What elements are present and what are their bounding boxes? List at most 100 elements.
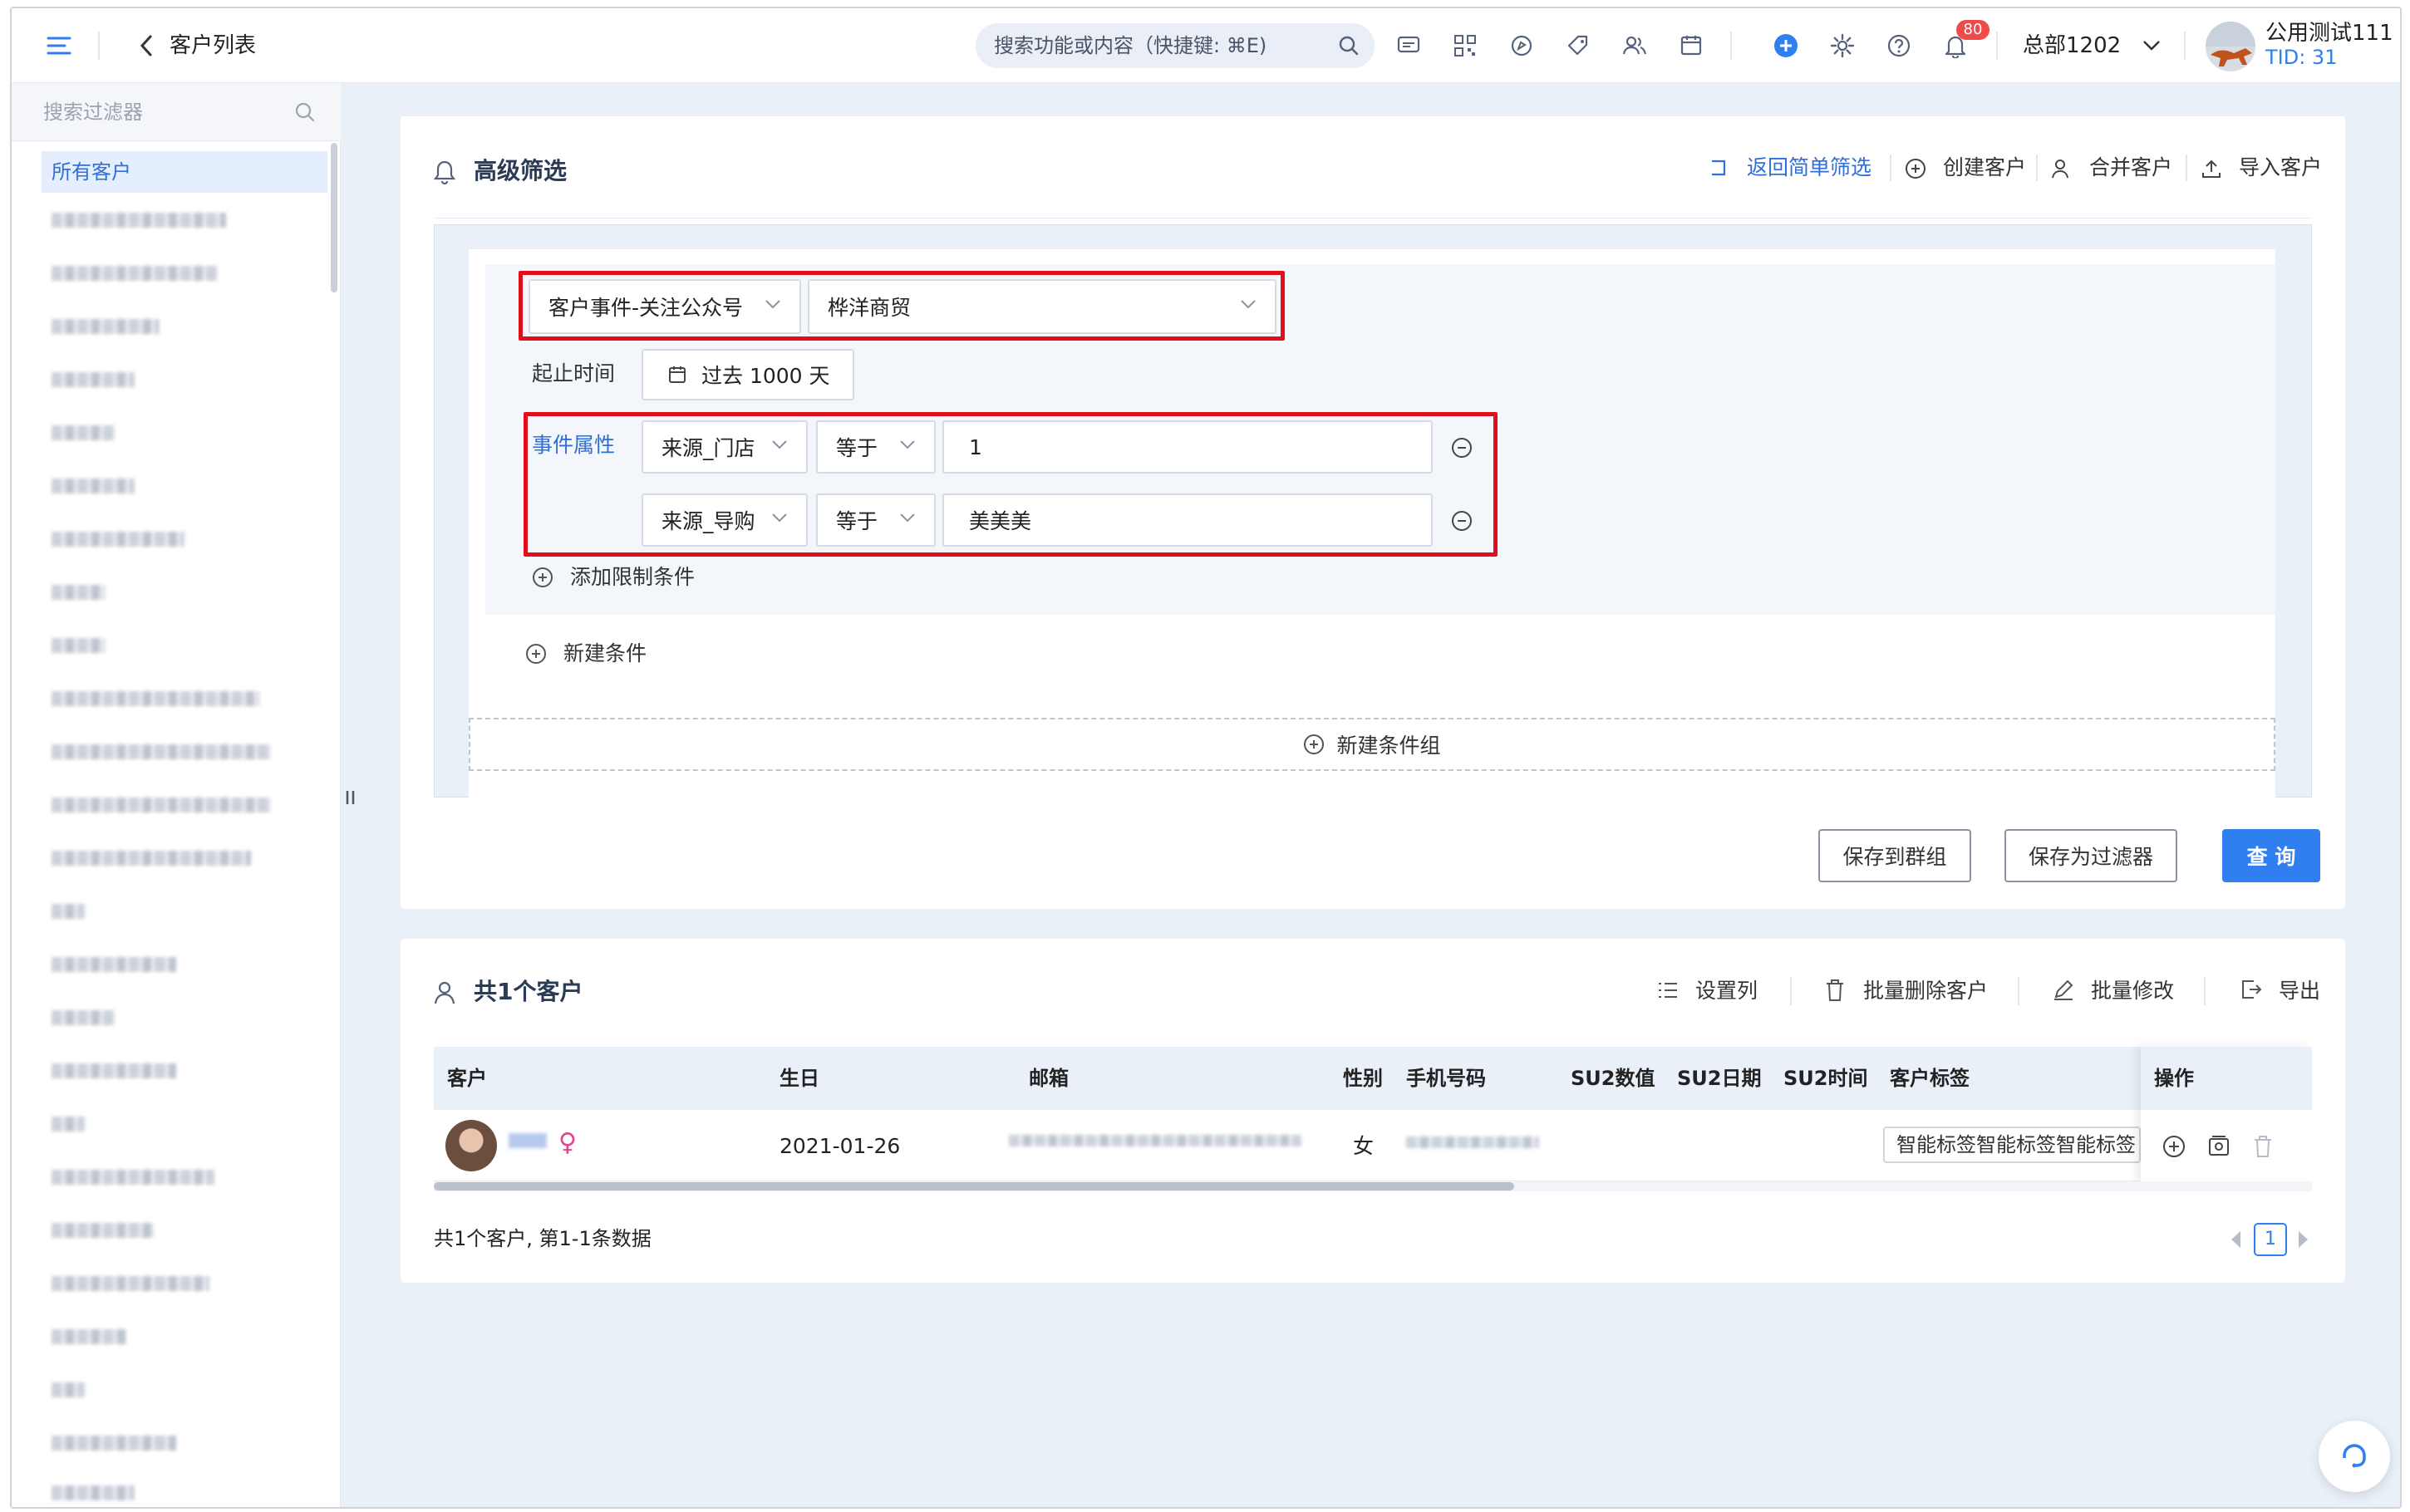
add-limit-button[interactable]: 添加限制条件	[570, 562, 695, 593]
list-item[interactable]	[52, 1117, 85, 1132]
qrcode-icon[interactable]	[1451, 32, 1479, 60]
menu-icon[interactable]	[45, 33, 73, 58]
global-search[interactable]: 搜索功能或内容（快捷键: ⌘E)	[976, 23, 1375, 68]
list-item[interactable]	[52, 532, 184, 547]
list-item[interactable]	[52, 851, 251, 866]
column-header: 性别	[1343, 1067, 1383, 1090]
edit-icon[interactable]	[2053, 979, 2074, 1005]
list-item[interactable]	[52, 319, 160, 334]
list-item[interactable]	[52, 425, 115, 440]
create-customer-button[interactable]: 创建客户	[1943, 153, 2026, 183]
plus-circle-icon[interactable]	[532, 567, 553, 593]
customer-tag[interactable]: 智能标签智能标签智能标签	[1883, 1127, 2141, 1163]
email-cell	[1009, 1135, 1301, 1146]
plus-circle-icon[interactable]	[2162, 1135, 2186, 1163]
back-simple-filter-button[interactable]: 返回简单筛选	[1747, 153, 1871, 183]
query-button[interactable]: 查 询	[2222, 829, 2320, 882]
list-item[interactable]	[52, 1010, 115, 1025]
import-customer-button[interactable]: 导入客户	[2239, 153, 2322, 183]
settings-icon[interactable]	[1828, 32, 1857, 60]
customer-name[interactable]	[509, 1133, 547, 1148]
customer-avatar[interactable]	[445, 1120, 497, 1171]
list-item[interactable]	[52, 372, 135, 387]
sidebar-search[interactable]: 搜索过滤器	[12, 83, 341, 141]
export-button[interactable]: 导出	[2279, 975, 2320, 1007]
plus-circle-icon[interactable]	[525, 643, 547, 670]
org-switcher[interactable]: 总部1202	[2023, 30, 2121, 61]
list-item[interactable]	[52, 798, 271, 812]
sidebar-item-all-customers[interactable]: 所有客户	[42, 151, 327, 193]
export-icon[interactable]	[2240, 979, 2262, 1005]
trash-icon[interactable]	[2252, 1135, 2274, 1163]
search-icon[interactable]	[294, 101, 316, 128]
page-number[interactable]: 1	[2254, 1223, 2287, 1256]
divider	[2186, 155, 2187, 181]
merge-user-icon[interactable]	[2051, 158, 2073, 184]
add-icon[interactable]	[1772, 32, 1800, 60]
list-item[interactable]	[52, 585, 105, 600]
phone-cell	[1406, 1136, 1539, 1148]
search-input[interactable]: 搜索功能或内容（快捷键: ⌘E)	[994, 32, 1266, 60]
next-page-icon[interactable]	[2297, 1230, 2310, 1254]
list-item[interactable]	[52, 957, 176, 972]
table-scrollbar-track[interactable]	[434, 1181, 2312, 1191]
help-icon[interactable]	[1885, 32, 1913, 60]
batch-delete-button[interactable]: 批量删除客户	[1863, 975, 1988, 1007]
back-icon[interactable]	[136, 33, 156, 58]
divider	[1730, 32, 1732, 60]
highlight-box	[524, 412, 1498, 557]
compass-icon[interactable]	[1507, 32, 1536, 60]
avatar[interactable]	[2206, 22, 2255, 71]
column-header: 操作	[2154, 1067, 2194, 1090]
list-item[interactable]	[52, 1223, 155, 1238]
prev-page-icon[interactable]	[2229, 1230, 2242, 1254]
list-item[interactable]	[52, 904, 85, 919]
list-item[interactable]	[52, 1382, 85, 1397]
list-item[interactable]	[52, 1485, 135, 1500]
sidebar-search-input[interactable]: 搜索过滤器	[43, 98, 143, 126]
support-button[interactable]	[2319, 1421, 2390, 1492]
new-condition-group-button[interactable]: 新建条件组	[469, 718, 2275, 771]
table-scrollbar-thumb[interactable]	[434, 1182, 1514, 1190]
message-icon[interactable]	[1394, 32, 1423, 60]
return-icon[interactable]	[1709, 158, 1729, 183]
list-item[interactable]	[52, 744, 271, 759]
list-item[interactable]	[52, 638, 105, 653]
gender-cell: 女	[1353, 1134, 1375, 1158]
chevron-down-icon[interactable]	[2141, 35, 2162, 56]
view-icon[interactable]	[2207, 1135, 2230, 1163]
batch-edit-button[interactable]: 批量修改	[2091, 975, 2174, 1007]
results-card: 共1个客户 设置列 批量删除客户 批量修改 导出 客户 生日 邮箱 性别 手机号…	[401, 939, 2345, 1283]
tag-icon[interactable]	[1564, 32, 1592, 60]
list-item[interactable]	[52, 1063, 176, 1078]
merge-customer-button[interactable]: 合并客户	[2089, 153, 2172, 183]
save-to-group-button[interactable]: 保存到群组	[1818, 829, 1971, 882]
save-as-filter-button[interactable]: 保存为过滤器	[2004, 829, 2177, 882]
trash-icon[interactable]	[1825, 979, 1845, 1007]
divider	[2018, 977, 2019, 1005]
list-item[interactable]	[52, 1276, 209, 1291]
list-item[interactable]	[52, 213, 226, 228]
table-row[interactable]: ♀ 2021-01-26 女 智能标签智能标签智能标签	[434, 1110, 2312, 1181]
list-item[interactable]	[52, 691, 259, 706]
list-item[interactable]	[52, 479, 135, 493]
new-condition-button[interactable]: 新建条件	[563, 638, 647, 670]
list-item[interactable]	[52, 1170, 214, 1185]
users-icon[interactable]	[1621, 32, 1649, 60]
upload-icon[interactable]	[2201, 158, 2222, 184]
plus-circle-icon[interactable]	[1905, 158, 1926, 184]
list-icon[interactable]	[1657, 980, 1679, 1005]
list-item[interactable]	[52, 266, 218, 281]
page-title[interactable]: 客户列表	[170, 28, 256, 63]
advanced-filter-card: 高级筛选 返回简单筛选 创建客户 合并客户 导入客户 客户事件-关注公众号 桦洋…	[401, 116, 2345, 909]
divider	[2204, 977, 2206, 1005]
filter-sidebar: 搜索过滤器 所有客户	[12, 83, 341, 1507]
resize-handle-icon[interactable]	[344, 788, 357, 811]
time-range-picker[interactable]: 过去 1000 天	[642, 349, 854, 400]
search-icon[interactable]	[1338, 35, 1360, 61]
set-columns-button[interactable]: 设置列	[1695, 975, 1758, 1007]
list-item[interactable]	[52, 1329, 126, 1344]
calendar-icon[interactable]	[1677, 32, 1705, 60]
list-item[interactable]	[52, 1436, 176, 1451]
sidebar-scrollbar[interactable]	[331, 143, 337, 292]
